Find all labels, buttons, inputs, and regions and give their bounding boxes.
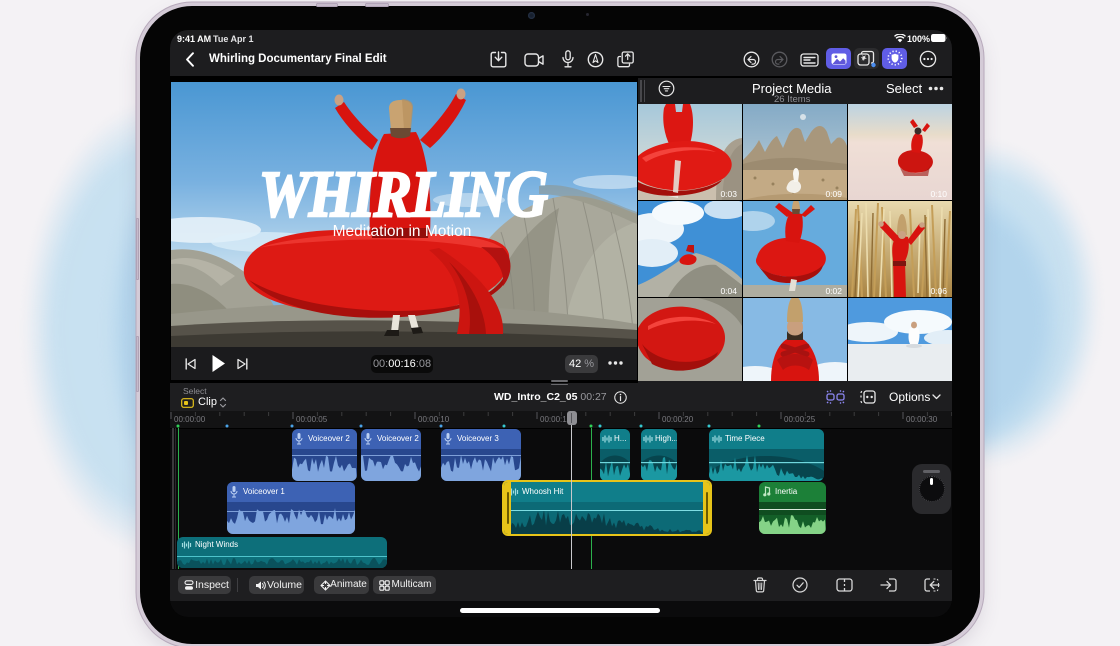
svg-text:0:09: 0:09 xyxy=(825,189,842,199)
svg-text:0:06: 0:06 xyxy=(930,286,947,296)
svg-text:00:00:10: 00:00:10 xyxy=(418,415,450,424)
svg-text:0:04: 0:04 xyxy=(720,286,737,296)
svg-text:00:00:25: 00:00:25 xyxy=(784,415,816,424)
svg-text:00:00:05: 00:00:05 xyxy=(296,415,328,424)
svg-text:Meditation in Motion: Meditation in Motion xyxy=(333,223,472,240)
svg-text:0:03: 0:03 xyxy=(720,189,737,199)
svg-text:00:00:00: 00:00:00 xyxy=(174,415,206,424)
svg-text:0:02: 0:02 xyxy=(825,286,842,296)
svg-text:00:00:20: 00:00:20 xyxy=(662,415,694,424)
svg-text:00:00:30: 00:00:30 xyxy=(906,415,938,424)
svg-text:WHIRLING: WHIRLING xyxy=(259,158,547,231)
svg-text:0:10: 0:10 xyxy=(930,189,947,199)
